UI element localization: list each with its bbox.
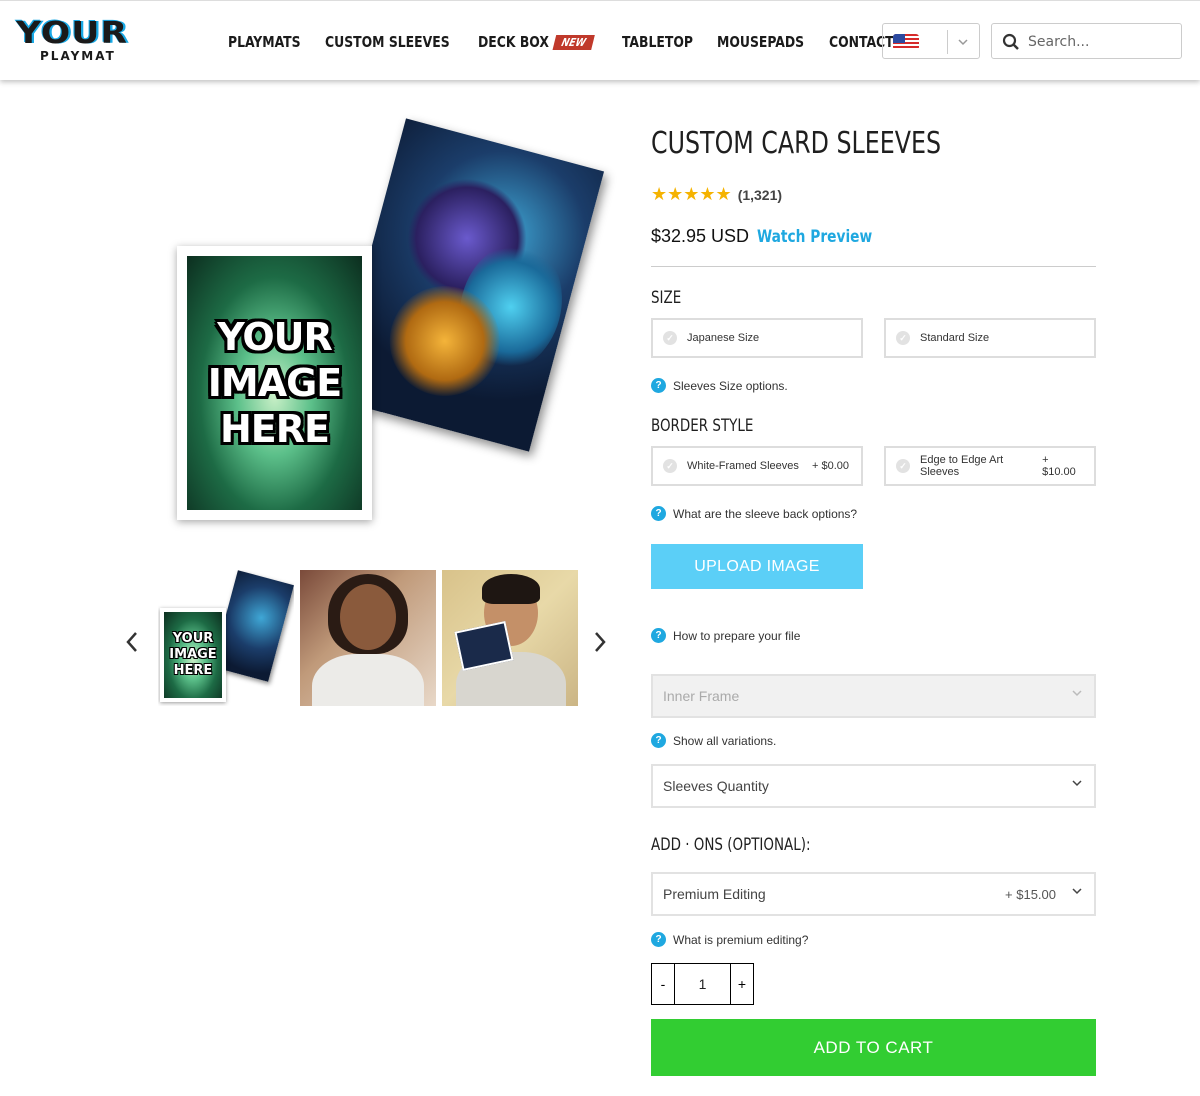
thumbnail-3[interactable] — [442, 570, 578, 706]
size-option-standard[interactable]: ✓ Standard Size — [884, 318, 1096, 358]
logo-sub-text: PLAYMAT — [40, 49, 116, 63]
review-count: (1,321) — [737, 186, 783, 203]
select-value: Sleeves Quantity — [663, 778, 769, 794]
border-option-white-framed[interactable]: ✓ White-Framed Sleeves + $0.00 — [651, 446, 863, 486]
size-help-link[interactable]: ? Sleeves Size options. — [651, 378, 788, 393]
logo-main-text: YOUR — [16, 16, 129, 51]
selector-divider — [947, 30, 948, 54]
help-text: What is premium editing? — [673, 932, 809, 947]
select-value: Premium Editing — [663, 886, 766, 902]
sleeve-back-help-link[interactable]: ? What are the sleeve back options? — [651, 506, 857, 521]
carousel-next-icon[interactable] — [592, 630, 608, 654]
thumbnail-1[interactable]: YOUR IMAGE HERE — [158, 570, 294, 706]
premium-editing-select[interactable]: Premium Editing + $15.00 — [651, 872, 1096, 916]
check-icon: ✓ — [896, 459, 910, 473]
site-logo[interactable]: YOUR PLAYMAT — [16, 19, 158, 65]
premium-editing-help-link[interactable]: ? What is premium editing? — [651, 932, 808, 947]
star-rating-icon: ★★★★★ — [651, 184, 732, 204]
upload-image-button[interactable]: UPLOAD IMAGE — [651, 544, 863, 589]
nav-item-custom-sleeves[interactable]: CUSTOM SLEEVES — [325, 33, 450, 51]
border-style-label: BORDER STYLE — [651, 416, 754, 436]
product-title: CUSTOM CARD SLEEVES — [651, 126, 942, 161]
sleeves-quantity-select[interactable]: Sleeves Quantity — [651, 764, 1096, 808]
chevron-down-icon — [958, 39, 968, 46]
search-input[interactable] — [1028, 30, 1173, 54]
quantity-input[interactable]: 1 — [674, 964, 731, 1004]
check-icon: ✓ — [896, 331, 910, 345]
product-price: $32.95 USD — [651, 226, 750, 246]
nav-label: TABLETOP — [621, 33, 693, 51]
size-label: SIZE — [651, 288, 682, 308]
nav-label: MOUSEPADS — [716, 33, 804, 51]
site-header: YOUR PLAYMAT PLAYMATS CUSTOM SLEEVES DEC… — [0, 0, 1200, 80]
option-label: Japanese Size — [687, 332, 760, 344]
new-badge: New — [553, 34, 596, 50]
help-icon: ? — [651, 506, 666, 521]
nav-label: CUSTOM SLEEVES — [324, 33, 450, 51]
watch-preview-link[interactable]: Watch Preview — [757, 227, 872, 247]
card-art: YOUR IMAGE HERE — [187, 256, 362, 510]
option-price: + $0.00 — [811, 460, 849, 472]
person-hair — [482, 574, 540, 604]
chevron-down-icon — [1072, 888, 1082, 895]
main-product-image[interactable]: YOUR IMAGE HERE — [160, 118, 605, 530]
help-text: Show all variations. — [673, 733, 777, 748]
nav-item-tabletop[interactable]: TABLETOP — [622, 33, 693, 51]
option-price: + $10.00 — [1042, 454, 1076, 478]
nav-label: PLAYMATS — [228, 33, 301, 51]
show-variations-help-link[interactable]: ? Show all variations. — [651, 733, 776, 748]
mini-card-art: YOUR IMAGE HERE — [164, 612, 222, 698]
nav-item-playmats[interactable]: PLAYMATS — [228, 33, 301, 51]
help-text: How to prepare your file — [673, 628, 801, 643]
option-label: Standard Size — [920, 332, 990, 344]
nav-label: DECK BOX — [478, 33, 550, 51]
thumbnail-carousel: YOUR IMAGE HERE — [120, 570, 620, 710]
border-option-edge-to-edge[interactable]: ✓ Edge to Edge Art Sleeves + $10.00 — [884, 446, 1096, 486]
inner-frame-select[interactable]: Inner Frame — [651, 674, 1096, 718]
help-icon: ? — [651, 932, 666, 947]
quantity-stepper: - 1 + — [651, 963, 754, 1005]
divider — [651, 266, 1096, 267]
help-icon: ? — [651, 733, 666, 748]
us-flag-icon — [893, 34, 919, 50]
help-icon: ? — [651, 378, 666, 393]
add-to-cart-button[interactable]: ADD TO CART — [651, 1019, 1096, 1076]
search-icon[interactable] — [1002, 33, 1020, 51]
quantity-increase-button[interactable]: + — [731, 964, 753, 1004]
person-shirt — [312, 654, 424, 706]
help-text: Sleeves Size options. — [673, 378, 788, 393]
size-option-japanese[interactable]: ✓ Japanese Size — [651, 318, 863, 358]
language-selector[interactable] — [882, 23, 980, 59]
help-icon: ? — [651, 628, 666, 643]
card-art-text: YOUR IMAGE HERE — [207, 315, 343, 451]
nav-item-deck-box[interactable]: DECK BOX New — [478, 33, 596, 51]
help-text: What are the sleeve back options? — [673, 506, 858, 521]
check-icon: ✓ — [663, 331, 677, 345]
mini-card-text: YOUR IMAGE HERE — [169, 631, 217, 678]
mini-image-card: YOUR IMAGE HERE — [160, 608, 226, 702]
product-rating[interactable]: ★★★★★ (1,321) — [651, 184, 782, 205]
main-nav: PLAYMATS CUSTOM SLEEVES DECK BOX New TABL… — [228, 33, 918, 51]
prepare-file-help-link[interactable]: ? How to prepare your file — [651, 628, 800, 643]
search-box — [991, 23, 1182, 59]
option-label: White-Framed Sleeves — [687, 460, 799, 472]
option-label: Edge to Edge Art Sleeves — [920, 454, 1004, 478]
chevron-down-icon — [1072, 780, 1082, 787]
nav-item-mousepads[interactable]: MOUSEPADS — [717, 33, 804, 51]
quantity-decrease-button[interactable]: - — [652, 964, 674, 1004]
carousel-prev-icon[interactable] — [124, 630, 140, 654]
addons-label: ADD · ONS (OPTIONAL): — [651, 835, 811, 855]
addon-price: + $15.00 — [1005, 887, 1056, 902]
price-row: $32.95 USD Watch Preview — [651, 226, 885, 247]
your-image-card: YOUR IMAGE HERE — [177, 246, 372, 520]
chevron-down-icon — [1072, 690, 1082, 697]
check-icon: ✓ — [663, 459, 677, 473]
person-head — [340, 584, 396, 650]
select-value: Inner Frame — [663, 688, 740, 704]
thumbnail-2[interactable] — [300, 570, 436, 706]
